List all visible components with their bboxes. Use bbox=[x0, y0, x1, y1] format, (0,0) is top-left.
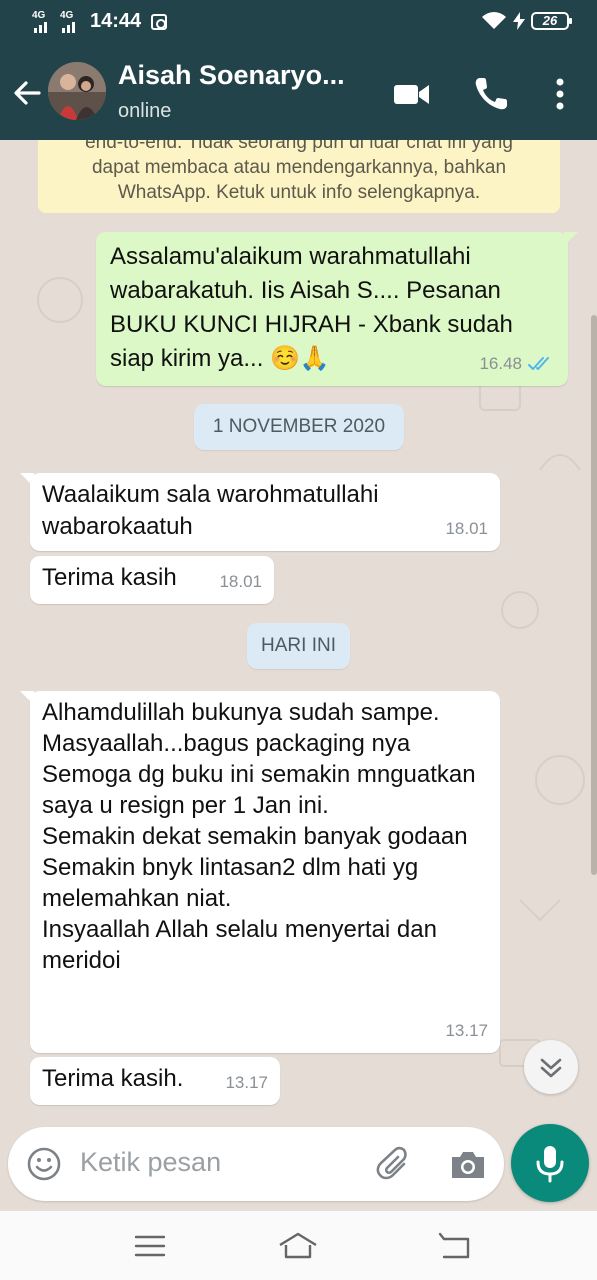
notice-line: dapat membaca atau mendengarkannya, bahk… bbox=[91, 157, 507, 178]
system-nav-bar bbox=[0, 1210, 597, 1280]
scrollbar[interactable] bbox=[591, 315, 597, 875]
home-icon[interactable] bbox=[278, 1229, 318, 1263]
camera-icon[interactable] bbox=[448, 1145, 488, 1183]
message-text: Waalaikum sala warohmatullahi wabarokaat… bbox=[42, 481, 386, 540]
network-type-label: 4G bbox=[60, 9, 74, 21]
notice-line: end-to-end. Tidak seorang pun di luar ch… bbox=[85, 140, 513, 153]
battery-level: 26 bbox=[542, 13, 558, 28]
menu-icon[interactable] bbox=[130, 1229, 170, 1263]
message-bubble-incoming[interactable]: Alhamdulillah bukunya sudah sampe. Masya… bbox=[20, 691, 500, 1053]
signal-icon: 4G bbox=[60, 9, 82, 33]
mic-button[interactable] bbox=[511, 1124, 589, 1202]
encryption-notice[interactable]: end-to-end. Tidak seorang pun di luar ch… bbox=[38, 140, 560, 213]
date-chip: HARI INI bbox=[247, 623, 350, 669]
back-icon[interactable] bbox=[436, 1229, 476, 1263]
date-chip: 1 NOVEMBER 2020 bbox=[194, 404, 404, 450]
emoji-icon[interactable] bbox=[26, 1146, 62, 1182]
message-time: 13.17 bbox=[445, 1021, 488, 1040]
avatar[interactable] bbox=[48, 62, 106, 120]
more-vert-icon[interactable] bbox=[540, 74, 580, 114]
message-time: 18.01 bbox=[445, 519, 488, 538]
message-meta: 18.01 bbox=[219, 566, 262, 598]
message-composer: Ketik pesan bbox=[8, 1127, 504, 1201]
notice-line: WhatsApp. Ketuk untuk info selengkapnya. bbox=[117, 182, 481, 203]
arrow-left-icon[interactable] bbox=[12, 78, 42, 108]
message-bubble-incoming[interactable]: Waalaikum sala warohmatullahi wabarokaat… bbox=[20, 473, 500, 551]
message-input[interactable]: Ketik pesan bbox=[80, 1147, 221, 1178]
message-meta: 13.17 bbox=[225, 1067, 268, 1099]
chevron-double-down-icon bbox=[540, 1058, 562, 1078]
scroll-to-bottom-button[interactable] bbox=[524, 1040, 578, 1094]
message-list[interactable]: end-to-end. Tidak seorang pun di luar ch… bbox=[0, 140, 597, 1125]
contact-status: online bbox=[118, 100, 172, 122]
status-bar: 4G 4G 14:44 26 bbox=[0, 0, 597, 46]
wifi-icon bbox=[482, 12, 506, 29]
message-time: 16.48 bbox=[479, 354, 522, 373]
message-meta: 16.48 bbox=[479, 348, 556, 380]
message-bubble-incoming[interactable]: Terima kasih 18.01 bbox=[30, 556, 274, 604]
paperclip-icon[interactable] bbox=[374, 1144, 414, 1184]
battery-icon: 26 bbox=[531, 12, 572, 30]
message-time: 18.01 bbox=[219, 572, 262, 591]
message-text: Alhamdulillah bukunya sudah sampe. Masya… bbox=[42, 699, 476, 974]
clock: 14:44 bbox=[90, 10, 142, 32]
video-call-icon[interactable] bbox=[392, 74, 432, 114]
chat-header: Aisah Soenaryo... online bbox=[0, 46, 597, 140]
gallery-icon bbox=[151, 13, 168, 30]
contact-name[interactable]: Aisah Soenaryo... bbox=[118, 60, 345, 91]
charging-icon bbox=[513, 12, 525, 30]
message-time: 13.17 bbox=[225, 1073, 268, 1092]
message-meta: 18.01 bbox=[445, 513, 488, 545]
signal-icon: 4G bbox=[32, 9, 54, 33]
phone-icon[interactable] bbox=[471, 74, 511, 114]
read-ticks-icon bbox=[528, 357, 549, 370]
message-bubble-outgoing[interactable]: Assalamu'alaikum warahmatullahi wabaraka… bbox=[96, 232, 578, 386]
network-type-label: 4G bbox=[32, 9, 46, 21]
message-bubble-incoming[interactable]: Terima kasih. 13.17 bbox=[30, 1057, 280, 1105]
status-left: 4G 4G 14:44 bbox=[32, 9, 168, 33]
status-right: 26 bbox=[481, 11, 572, 31]
mic-icon bbox=[536, 1146, 564, 1183]
message-meta: 13.17 bbox=[445, 1015, 488, 1047]
